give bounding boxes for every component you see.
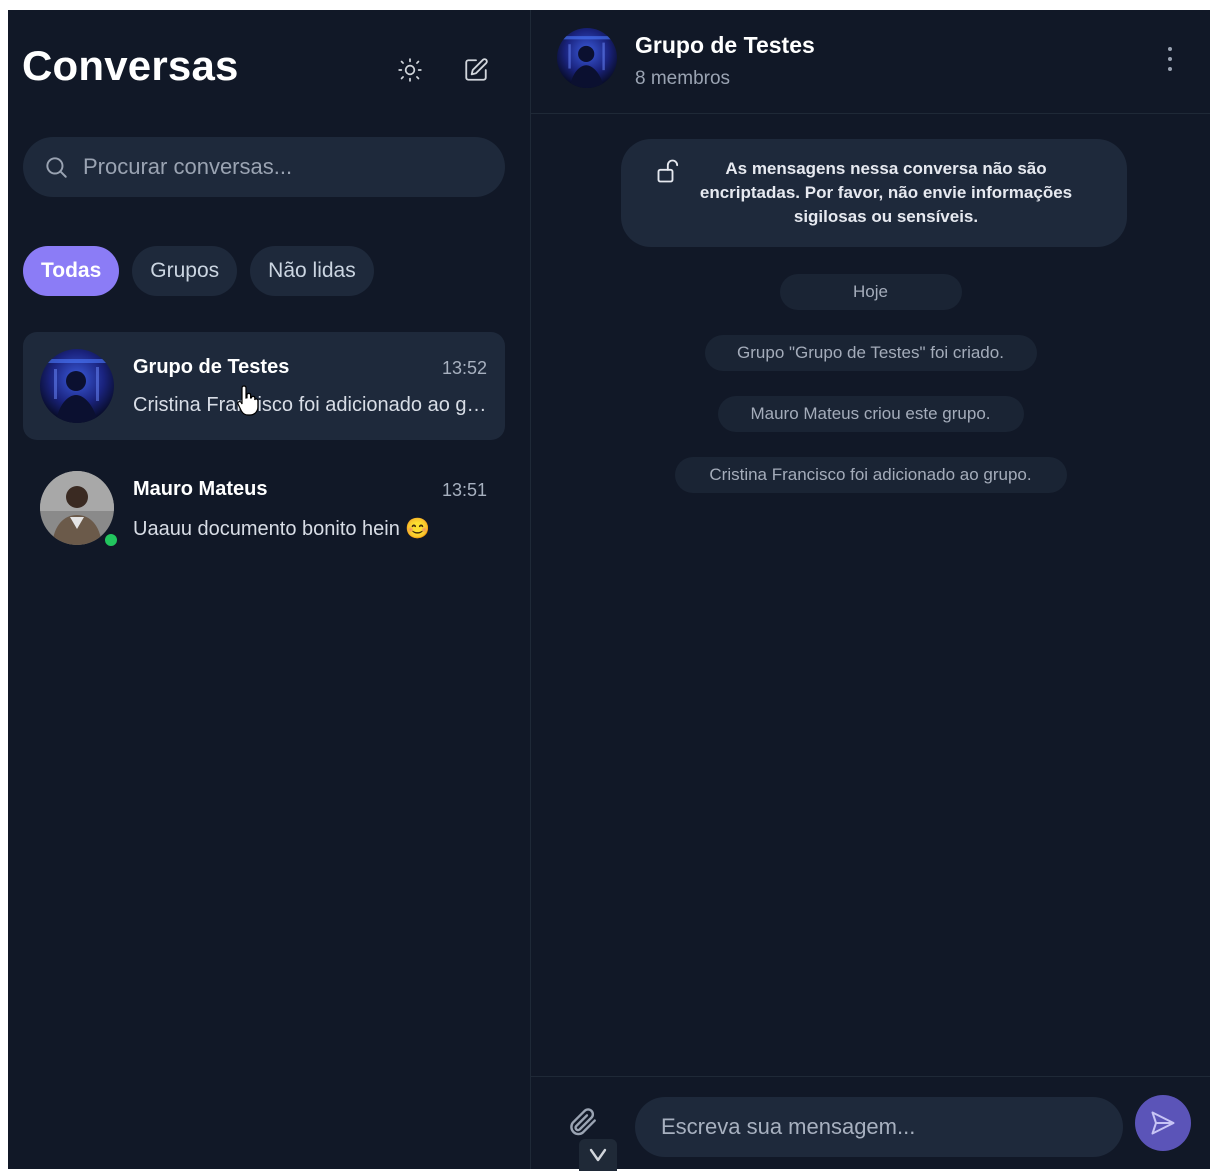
search-input[interactable] bbox=[81, 153, 465, 181]
conversation-time: 13:51 bbox=[441, 480, 487, 500]
chat-title: Grupo de Testes bbox=[635, 32, 815, 58]
chat-header: Grupo de Testes 8 membros bbox=[531, 10, 1210, 114]
online-status-dot bbox=[103, 532, 119, 548]
chevron-down-icon bbox=[589, 1148, 607, 1162]
date-separator: Hoje bbox=[779, 274, 962, 310]
avatar bbox=[40, 471, 114, 545]
message-input[interactable] bbox=[659, 1113, 1103, 1141]
search-bar bbox=[23, 137, 505, 197]
conversation-time: 13:52 bbox=[441, 358, 487, 378]
page-title: Conversas bbox=[22, 42, 239, 89]
app-window: Conversas Todas Grupos bbox=[8, 10, 1210, 1171]
notice-text: As mensagens nessa conversa não são encr… bbox=[699, 159, 1073, 226]
conversation-name: Mauro Mateus bbox=[133, 478, 268, 500]
system-message: Cristina Francisco foi adicionado ao gru… bbox=[674, 457, 1067, 493]
group-avatar bbox=[40, 349, 114, 423]
conversation-item-grupo-de-testes[interactable]: Grupo de Testes 13:52 Cristina Francisco… bbox=[23, 332, 505, 440]
edit-icon bbox=[465, 58, 488, 81]
chat-panel: Grupo de Testes 8 membros As mensagens n… bbox=[531, 10, 1210, 1171]
filter-grupos[interactable]: Grupos bbox=[132, 246, 238, 296]
encryption-notice: As mensagens nessa conversa não são encr… bbox=[621, 139, 1127, 247]
theme-toggle-button[interactable] bbox=[392, 52, 428, 88]
unlock-icon bbox=[657, 159, 679, 183]
scroll-down-button[interactable] bbox=[579, 1139, 617, 1171]
filter-todas[interactable]: Todas bbox=[23, 246, 120, 296]
message-field bbox=[635, 1097, 1123, 1157]
member-count: 8 membros bbox=[635, 68, 731, 89]
conversation-preview: Uaauu documento bonito hein 😊 bbox=[133, 518, 431, 540]
message-composer bbox=[531, 1076, 1210, 1171]
sidebar-header: Conversas bbox=[22, 38, 502, 98]
new-chat-button[interactable] bbox=[458, 52, 494, 88]
group-avatar[interactable] bbox=[557, 28, 617, 88]
more-vertical-icon[interactable] bbox=[1160, 44, 1180, 74]
system-message: Grupo "Grupo de Testes" foi criado. bbox=[704, 335, 1037, 371]
paperclip-icon[interactable] bbox=[565, 1105, 599, 1139]
send-icon bbox=[1151, 1111, 1175, 1135]
system-message: Mauro Mateus criou este grupo. bbox=[717, 396, 1024, 432]
filter-nao-lidas[interactable]: Não lidas bbox=[250, 246, 374, 296]
hand-cursor-icon bbox=[237, 385, 259, 416]
sun-icon bbox=[398, 58, 422, 82]
search-icon bbox=[46, 157, 67, 178]
conversation-name: Grupo de Testes bbox=[133, 356, 290, 378]
conversation-item-mauro-mateus[interactable]: Mauro Mateus 13:51 Uaauu documento bonit… bbox=[23, 454, 505, 562]
filter-tabs: Todas Grupos Não lidas bbox=[23, 246, 374, 296]
conversation-preview: Cristina Francisco foi adicionado ao gru… bbox=[133, 394, 487, 416]
sidebar: Conversas Todas Grupos bbox=[8, 10, 531, 1169]
send-button[interactable] bbox=[1135, 1095, 1191, 1151]
